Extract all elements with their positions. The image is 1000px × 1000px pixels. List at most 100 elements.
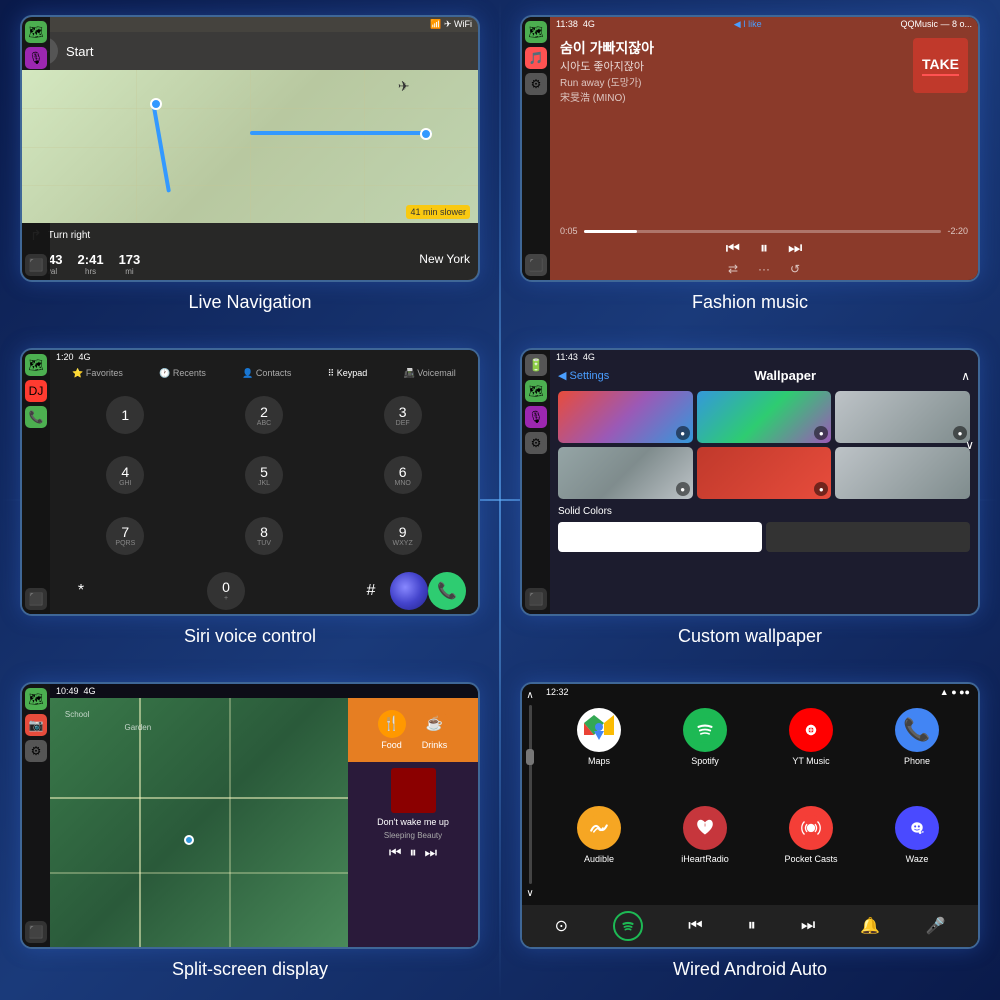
music-title-korean: 숨이 가빠지잖아 (560, 38, 903, 58)
android-app-grid: Maps (538, 700, 978, 905)
nav-app-maps[interactable]: 🗺 (25, 21, 47, 43)
music-rewind-button[interactable]: ⏮ (726, 240, 740, 258)
wall-app-podcast[interactable]: 🎙 (525, 406, 547, 428)
nav-status-bar: 9:02 📶 ✈ WiFi (22, 17, 478, 32)
siri-key-2[interactable]: 2ABC (245, 396, 283, 434)
android-app-maps[interactable]: Maps (550, 708, 648, 799)
siri-tab-recents[interactable]: 🕐 Recents (159, 368, 206, 379)
siri-app-phone[interactable]: 📞 (25, 406, 47, 428)
android-mic-button[interactable]: 🎤 (925, 916, 945, 936)
music-pause-button[interactable]: ⏸ (760, 240, 768, 258)
split-food-item[interactable]: 🍴 Food (378, 710, 406, 750)
ytmusic-logo-icon (798, 717, 824, 743)
siri-key-6[interactable]: 6MNO (384, 456, 422, 494)
wall-thumb-2[interactable]: ● (697, 391, 832, 443)
music-time-current: 0:05 (560, 226, 578, 236)
siri-key-hash[interactable]: # (352, 582, 390, 600)
android-volume-slider[interactable]: ∧ ∨ (522, 684, 538, 905)
wall-app-battery[interactable]: 🔋 (525, 354, 547, 376)
siri-key-8[interactable]: 8TUV (245, 517, 283, 555)
siri-tab-voicemail[interactable]: 📠 Voicemail (404, 368, 456, 379)
android-spotify-mini[interactable] (613, 911, 643, 941)
siri-key-star[interactable]: * (62, 582, 100, 600)
wall-thumb-6[interactable] (835, 447, 970, 499)
wall-app-grid[interactable]: ⬛ (525, 588, 547, 610)
siri-key-0[interactable]: 0+ (207, 572, 245, 610)
android-next-button[interactable]: ⏭ (801, 917, 815, 935)
siri-key-9[interactable]: 9WXYZ (384, 517, 422, 555)
music-progress-track[interactable] (584, 230, 942, 233)
siri-status-bar: 1:20 4G (50, 350, 478, 364)
android-vol-down[interactable]: ∨ (526, 888, 533, 899)
wall-solid-white[interactable] (558, 522, 762, 552)
wall-back-button[interactable]: ◀ Settings (558, 369, 609, 382)
wall-solid-dark[interactable] (766, 522, 970, 552)
music-repeat-button[interactable]: ↺ (790, 262, 800, 276)
android-app-audible[interactable]: Audible (550, 806, 648, 897)
music-shuffle-button[interactable]: ⇄ (728, 262, 738, 276)
split-forward-button[interactable]: ⏭ (425, 844, 438, 861)
wall-app-settings[interactable]: ⚙ (525, 432, 547, 454)
siri-app-dj[interactable]: DJ (25, 380, 47, 402)
wall-down-arrow[interactable]: ∨ (965, 438, 974, 452)
music-more-button[interactable]: ··· (758, 262, 770, 276)
nav-app-grid[interactable]: ⬛ (25, 254, 47, 276)
siri-call-button[interactable]: 📞 (428, 572, 466, 610)
nav-mi-val: 173 (119, 252, 141, 267)
siri-key-1[interactable]: 1 (106, 396, 144, 434)
split-pause-button[interactable]: ⏸ (410, 844, 417, 861)
siri-key-5[interactable]: 5JKL (245, 456, 283, 494)
split-drinks-item[interactable]: ☕ Drinks (421, 710, 449, 750)
wall-thumb-5[interactable]: ● (697, 447, 832, 499)
android-bell-button[interactable]: 🔔 (860, 916, 880, 936)
nav-app-podcast[interactable]: 🎙 (25, 47, 47, 69)
android-app-phone[interactable]: 📞 Phone (868, 708, 966, 799)
split-rewind-button[interactable]: ⏮ (389, 844, 402, 861)
wall-thumb-3[interactable]: ● (835, 391, 970, 443)
split-sidebar: 🗺 📷 ⚙ ⬛ (22, 684, 50, 947)
wall-up-arrow[interactable]: ∧ (961, 369, 970, 383)
pocketcasts-logo-icon (798, 815, 824, 841)
siri-ball-icon[interactable] (390, 572, 428, 610)
wall-thumb-4[interactable]: ● (558, 447, 693, 499)
wall-thumb-1[interactable]: ● (558, 391, 693, 443)
siri-key-4[interactable]: 4GHI (106, 456, 144, 494)
android-waze-icon (895, 806, 939, 850)
music-time-remaining: -2:20 (947, 226, 968, 236)
maps-logo-icon (584, 715, 614, 745)
music-app-music[interactable]: 🎵 (525, 47, 547, 69)
split-food-icon-food: 🍴 (378, 710, 406, 738)
android-pause-button[interactable]: ⏸ (748, 917, 756, 935)
android-prev-button[interactable]: ⏮ (688, 917, 702, 935)
android-radio-button[interactable]: ⊙ (555, 916, 568, 936)
siri-app-grid[interactable]: ⬛ (25, 588, 47, 610)
music-forward-button[interactable]: ⏭ (788, 240, 802, 258)
siri-tab-contacts[interactable]: 👤 Contacts (242, 368, 291, 379)
music-app-grid[interactable]: ⬛ (525, 254, 547, 276)
music-app-settings[interactable]: ⚙ (525, 73, 547, 95)
music-artist-label: 宋旻浩 (MINO) (560, 89, 903, 104)
music-album-art: TAKE (913, 38, 968, 93)
wall-app-maps[interactable]: 🗺 (525, 380, 547, 402)
android-app-iheartradio[interactable]: i iHeartRadio (656, 806, 754, 897)
siri-tab-favorites[interactable]: ⭐ Favorites (72, 368, 123, 379)
siri-keypad: 1 2ABC 3DEF 4GHI 5JKL 6MNO 7PQRS 8TUV 9W… (50, 383, 478, 567)
android-vol-up[interactable]: ∧ (526, 690, 533, 701)
music-app-maps[interactable]: 🗺 (525, 21, 547, 43)
android-app-waze[interactable]: Waze (868, 806, 966, 897)
siri-key-7[interactable]: 7PQRS (106, 517, 144, 555)
split-app-grid[interactable]: ⬛ (25, 921, 47, 943)
siri-tab-keypad[interactable]: ⠿ Keypad (328, 368, 368, 379)
android-app-ytmusic[interactable]: YT Music (762, 708, 860, 799)
siri-key-3[interactable]: 3DEF (384, 396, 422, 434)
wall-solid-row (550, 520, 978, 554)
siri-app-maps[interactable]: 🗺 (25, 354, 47, 376)
split-app-maps[interactable]: 🗺 (25, 688, 47, 710)
music-progress-bar: 0:05 -2:20 (560, 226, 968, 236)
split-road-h2 (50, 872, 348, 874)
wall-grid-container: ● ● ● ● ● (550, 387, 978, 503)
android-app-pocketcasts[interactable]: Pocket Casts (762, 806, 860, 897)
split-app-instagram[interactable]: 📷 (25, 714, 47, 736)
android-app-spotify[interactable]: Spotify (656, 708, 754, 799)
split-app-settings[interactable]: ⚙ (25, 740, 47, 762)
